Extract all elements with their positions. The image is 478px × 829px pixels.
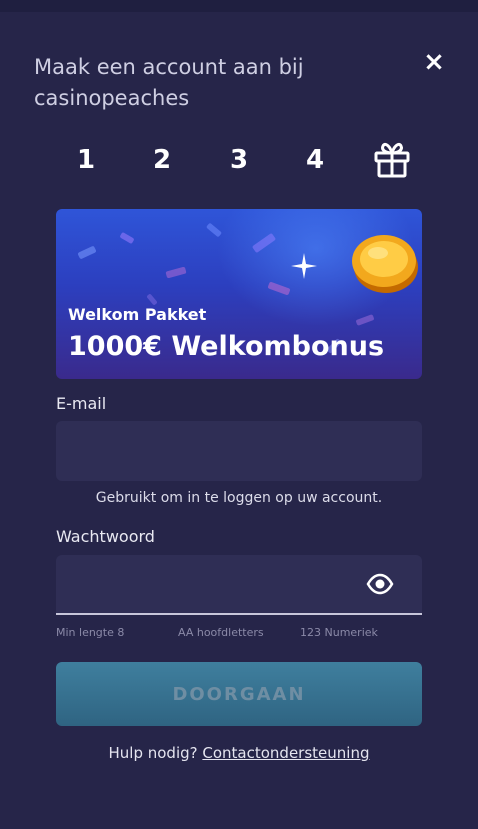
coin-icon xyxy=(352,235,418,293)
confetti-decoration xyxy=(146,293,158,306)
eye-icon[interactable] xyxy=(366,572,394,596)
welcome-bonus-banner: Welkom Pakket 1000€ Welkombonus xyxy=(56,209,422,379)
confetti-decoration xyxy=(355,314,375,326)
step-4: 4 xyxy=(305,145,325,175)
password-rule-uppercase: AA hoofdletters xyxy=(178,626,264,639)
confetti-decoration xyxy=(251,232,277,254)
email-label: E-mail xyxy=(56,394,107,413)
confetti-decoration xyxy=(77,245,97,260)
password-rule-length: Min lengte 8 xyxy=(56,626,125,639)
confetti-decoration xyxy=(205,222,223,238)
modal-title: Maak een account aan bij casinopeaches xyxy=(34,55,304,110)
password-rule-numeric: 123 Numeriek xyxy=(300,626,378,639)
sparkle-icon xyxy=(291,253,317,279)
banner-subtitle: Welkom Pakket xyxy=(68,305,207,324)
continue-button[interactable]: DOORGAAN xyxy=(56,662,422,726)
confetti-decoration xyxy=(267,281,291,296)
close-icon[interactable]: × xyxy=(420,47,448,77)
contact-support-link[interactable]: Contactondersteuning xyxy=(202,744,369,762)
gift-icon xyxy=(374,142,410,178)
password-field[interactable] xyxy=(56,555,388,613)
password-field-wrapper xyxy=(56,555,422,615)
password-label: Wachtwoord xyxy=(56,527,155,546)
email-field[interactable] xyxy=(56,421,422,481)
step-2: 2 xyxy=(152,145,172,175)
confetti-decoration xyxy=(165,266,187,279)
step-indicator: 1 2 3 4 xyxy=(0,140,478,184)
step-1: 1 xyxy=(76,145,96,175)
step-3: 3 xyxy=(229,145,249,175)
confetti-decoration xyxy=(119,231,135,245)
banner-headline: 1000€ Welkombonus xyxy=(68,331,385,362)
help-line: Hulp nodig? Contactondersteuning xyxy=(0,744,478,762)
email-hint: Gebruikt om in te loggen op uw account. xyxy=(95,490,383,506)
help-text: Hulp nodig? xyxy=(108,744,198,762)
